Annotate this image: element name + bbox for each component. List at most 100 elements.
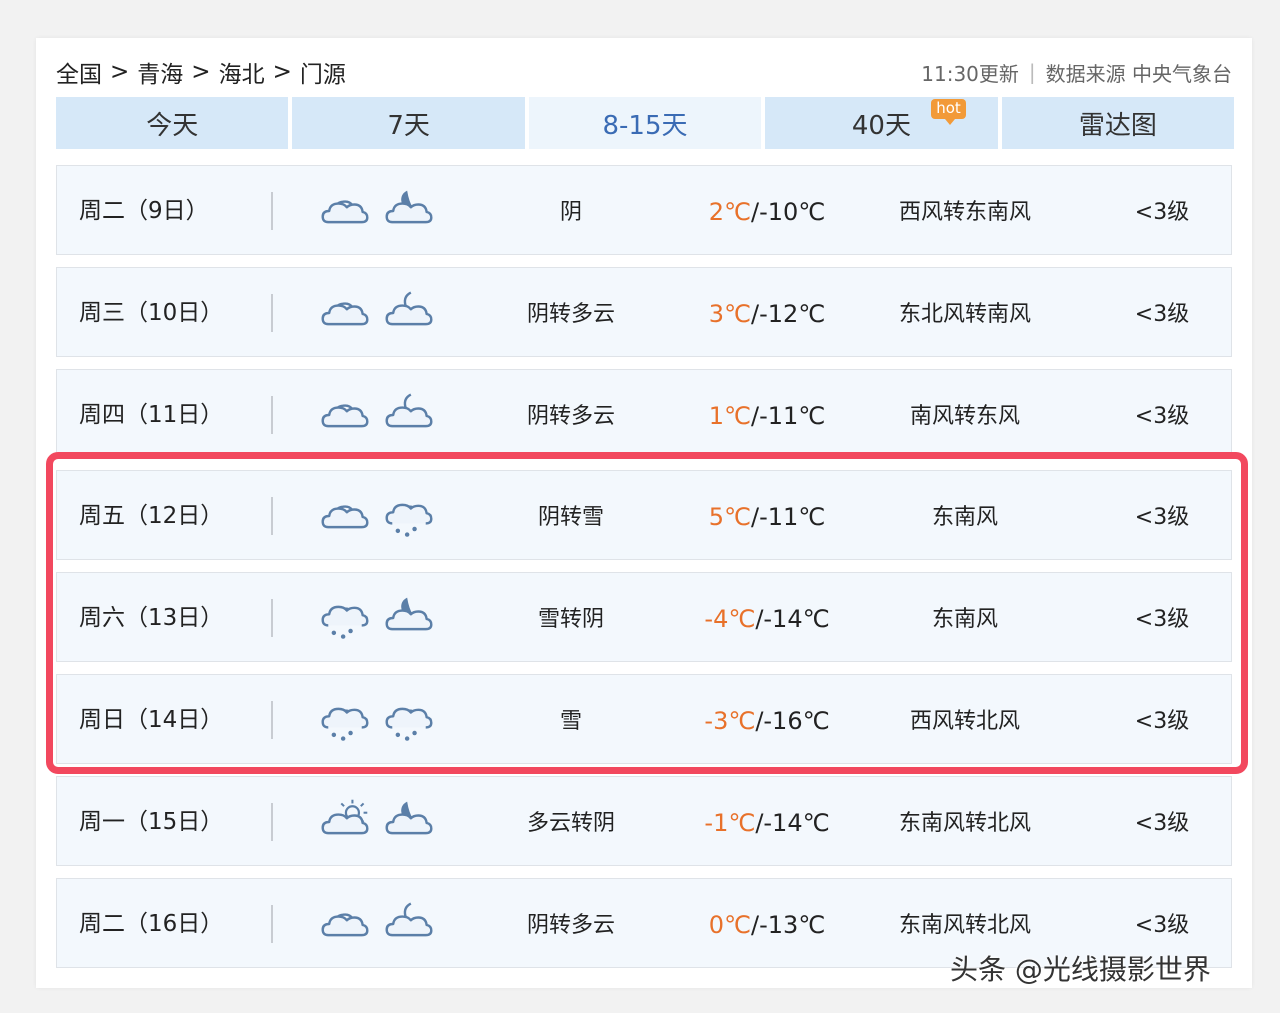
weather-description: 阴转多云 — [526, 302, 615, 327]
partly-cloudy-night-icon — [383, 288, 435, 342]
data-source: 数据来源 中央气象台 — [1045, 61, 1232, 86]
snow-icon — [319, 695, 371, 749]
wind-level: <3级 — [1134, 505, 1190, 530]
breadcrumb-separator: > — [110, 59, 130, 85]
breadcrumb: 全国 > 青海 > 海北 > 门源 — [56, 55, 346, 89]
wind-level: <3级 — [1134, 404, 1190, 429]
forecast-tabs: 今天 7天 8-15天 40天 hot 雷达图 — [56, 97, 1235, 149]
weather-icons — [319, 899, 435, 953]
tab-label: 雷达图 — [1078, 110, 1157, 141]
high-temp: -3℃ — [704, 707, 756, 735]
tab-radar[interactable]: 雷达图 — [1001, 97, 1235, 149]
row-divider — [271, 701, 273, 739]
temperature: 3℃/-12℃ — [667, 268, 867, 360]
row-divider — [271, 599, 273, 637]
partly-cloudy-night-icon — [383, 899, 435, 953]
wind-level: <3级 — [1134, 709, 1190, 734]
low-temp: /-14℃ — [755, 809, 830, 837]
forecast-row: 周一（15日） 多云转阴 -1℃/-14℃ 东南风转北风 <3级 — [56, 776, 1232, 866]
row-divider — [271, 803, 273, 841]
row-divider — [271, 192, 273, 230]
overcast-cloud-icon — [319, 491, 371, 545]
temperature: 0℃/-13℃ — [667, 879, 867, 971]
forecast-row: 周四（11日） 阴转多云 1℃/-11℃ 南风转东风 <3级 — [56, 369, 1232, 459]
weather-icons — [319, 186, 435, 240]
top-bar: 全国 > 青海 > 海北 > 门源 11:30更新 | 数据来源 中央气象台 — [56, 52, 1232, 92]
high-temp: 5℃ — [708, 503, 751, 531]
breadcrumb-separator: > — [191, 59, 211, 85]
high-temp: 3℃ — [708, 300, 751, 328]
hot-badge: hot — [931, 99, 966, 125]
high-temp: 0℃ — [708, 911, 751, 939]
temperature: 5℃/-11℃ — [667, 471, 867, 563]
update-meta: 11:30更新 | 数据来源 中央气象台 — [921, 58, 1232, 87]
weather-icons — [319, 695, 435, 749]
tab-label: 40天 — [851, 110, 911, 141]
overcast-cloud-icon — [319, 899, 371, 953]
cloudy-night-icon — [383, 797, 435, 851]
update-time: 11:30更新 — [921, 61, 1019, 86]
tab-label: 7天 — [387, 110, 430, 141]
low-temp: /-11℃ — [750, 503, 826, 531]
temperature: -4℃/-14℃ — [667, 573, 867, 665]
tab-label: 8-15天 — [602, 110, 688, 141]
meta-divider: | — [1028, 60, 1036, 84]
tab-8-15-days[interactable]: 8-15天 — [528, 97, 762, 149]
wind-level: <3级 — [1134, 607, 1190, 632]
temperature: 1℃/-11℃ — [667, 370, 867, 462]
row-divider — [271, 294, 273, 332]
weather-icons — [319, 593, 435, 647]
snow-icon — [319, 593, 371, 647]
snow-icon — [383, 491, 435, 545]
low-temp: /-11℃ — [750, 402, 826, 430]
low-temp: /-10℃ — [750, 198, 826, 226]
low-temp: /-12℃ — [750, 300, 826, 328]
high-temp: 1℃ — [708, 402, 751, 430]
high-temp: -1℃ — [704, 809, 756, 837]
cloudy-night-icon — [383, 593, 435, 647]
low-temp: /-13℃ — [750, 911, 826, 939]
overcast-cloud-icon — [319, 390, 371, 444]
overcast-cloud-icon — [319, 288, 371, 342]
snow-icon — [383, 695, 435, 749]
weather-icons — [319, 797, 435, 851]
row-divider — [271, 905, 273, 943]
weather-description: 雪转阴 — [537, 607, 604, 632]
breadcrumb-province[interactable]: 青海 — [137, 55, 183, 89]
day-label: 周二（9日） — [79, 198, 209, 224]
low-temp: /-14℃ — [755, 605, 830, 633]
weather-description: 阴转雪 — [537, 505, 604, 530]
wind-direction: 东南风转北风 — [898, 811, 1031, 836]
low-temp: /-16℃ — [755, 707, 830, 735]
weather-description: 雪 — [559, 709, 582, 734]
temperature: 2℃/-10℃ — [667, 166, 867, 258]
cloudy-night-icon — [383, 186, 435, 240]
watermark: 头条 @光线摄影世界 — [950, 953, 1211, 986]
tab-today[interactable]: 今天 — [56, 97, 289, 149]
weather-description: 阴 — [559, 200, 582, 225]
forecast-row: 周六（13日） 雪转阴 -4℃/-14℃ 东南风 <3级 — [56, 572, 1232, 662]
overcast-cloud-icon — [319, 186, 371, 240]
day-label: 周二（16日） — [79, 911, 224, 937]
tab-7-days[interactable]: 7天 — [292, 97, 525, 149]
breadcrumb-national[interactable]: 全国 — [56, 55, 102, 89]
day-label: 周一（15日） — [79, 809, 224, 835]
wind-direction: 西风转东南风 — [898, 200, 1031, 225]
wind-level: <3级 — [1134, 200, 1190, 225]
forecast-row: 周三（10日） 阴转多云 3℃/-12℃ 东北风转南风 <3级 — [56, 267, 1232, 357]
wind-direction: 东北风转南风 — [898, 302, 1031, 327]
temperature: -1℃/-14℃ — [667, 777, 867, 869]
wind-direction: 南风转东风 — [909, 404, 1020, 429]
partly-cloudy-night-icon — [383, 390, 435, 444]
breadcrumb-city: 门源 — [299, 62, 346, 88]
forecast-row: 周日（14日） 雪 -3℃/-16℃ 西风转北风 <3级 — [56, 674, 1232, 764]
weather-description: 阴转多云 — [526, 404, 615, 429]
forecast-row: 周五（12日） 阴转雪 5℃/-11℃ 东南风 <3级 — [56, 470, 1232, 560]
day-label: 周三（10日） — [79, 300, 224, 326]
wind-level: <3级 — [1134, 811, 1190, 836]
breadcrumb-prefecture[interactable]: 海北 — [219, 55, 265, 89]
weather-icons — [319, 390, 435, 444]
high-temp: -4℃ — [704, 605, 756, 633]
tab-40-days[interactable]: 40天 hot — [765, 97, 998, 149]
wind-direction: 西风转北风 — [909, 709, 1020, 734]
